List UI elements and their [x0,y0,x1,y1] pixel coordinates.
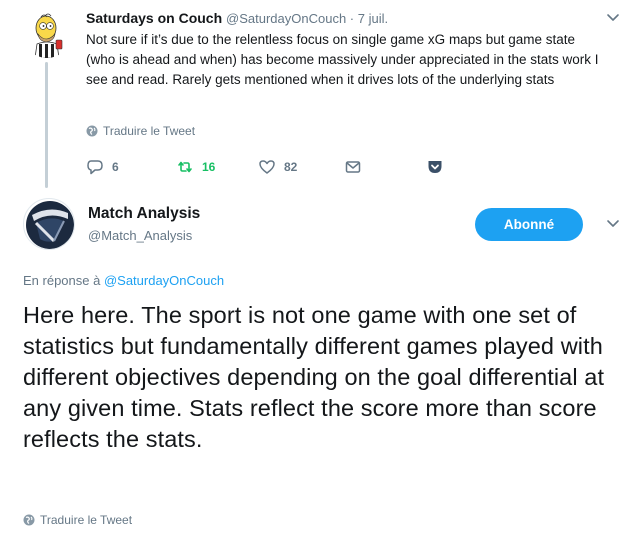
homer-avatar-icon [34,13,63,58]
reply-count: 6 [112,160,119,174]
author-handle[interactable]: @SaturdayOnCouch [226,11,346,26]
following-button[interactable]: Abonné [475,208,583,241]
like-count: 82 [284,160,298,174]
translate-label: Traduire le Tweet [103,124,196,138]
author-name[interactable]: Match Analysis [88,205,200,223]
chevron-down-icon[interactable] [606,219,620,229]
translate-tweet-link[interactable]: Traduire le Tweet [23,513,132,527]
reply-button[interactable]: 6 [86,158,119,176]
translate-label: Traduire le Tweet [40,513,133,527]
reply-mention-link[interactable]: @SaturdayOnCouch [104,273,224,288]
parent-tweet-body: Saturdays on Couch @SaturdayOnCouch · 7 … [86,9,606,90]
heart-icon [259,160,275,174]
retweet-icon [178,161,192,173]
chevron-down-icon[interactable] [606,13,620,23]
thread-connector-line [45,62,48,188]
envelope-icon [345,161,361,173]
pocket-icon [428,161,442,173]
pocket-button[interactable] [426,158,444,176]
reply-prefix: En réponse à [23,273,104,288]
match-analysis-logo-icon [26,201,74,249]
author-name[interactable]: Saturdays on Couch [86,10,222,26]
avatar-homer[interactable] [23,10,71,58]
direct-message-button[interactable] [344,158,362,176]
translate-tweet-link[interactable]: Traduire le Tweet [86,124,195,138]
avatar-match-analysis[interactable] [23,198,75,250]
reply-icon [87,160,103,175]
parent-tweet[interactable]: Saturdays on Couch @SaturdayOnCouch · 7 … [0,0,644,190]
like-button[interactable]: 82 [258,158,297,176]
focal-tweet-text: Here here. The sport is not one game wit… [23,302,605,452]
globe-icon [23,514,35,526]
globe-icon [86,125,98,137]
retweet-button[interactable]: 16 [176,158,215,176]
tweet-date[interactable]: 7 juil. [358,11,388,26]
author-handle[interactable]: @Match_Analysis [88,228,192,243]
separator-dot: · [346,11,358,26]
parent-tweet-text: Not sure if it’s due to the relentless f… [86,32,599,87]
retweet-count: 16 [202,160,216,174]
parent-tweet-header: Saturdays on Couch @SaturdayOnCouch · 7 … [86,9,606,28]
reply-context: En réponse à @SaturdayOnCouch [23,273,224,288]
